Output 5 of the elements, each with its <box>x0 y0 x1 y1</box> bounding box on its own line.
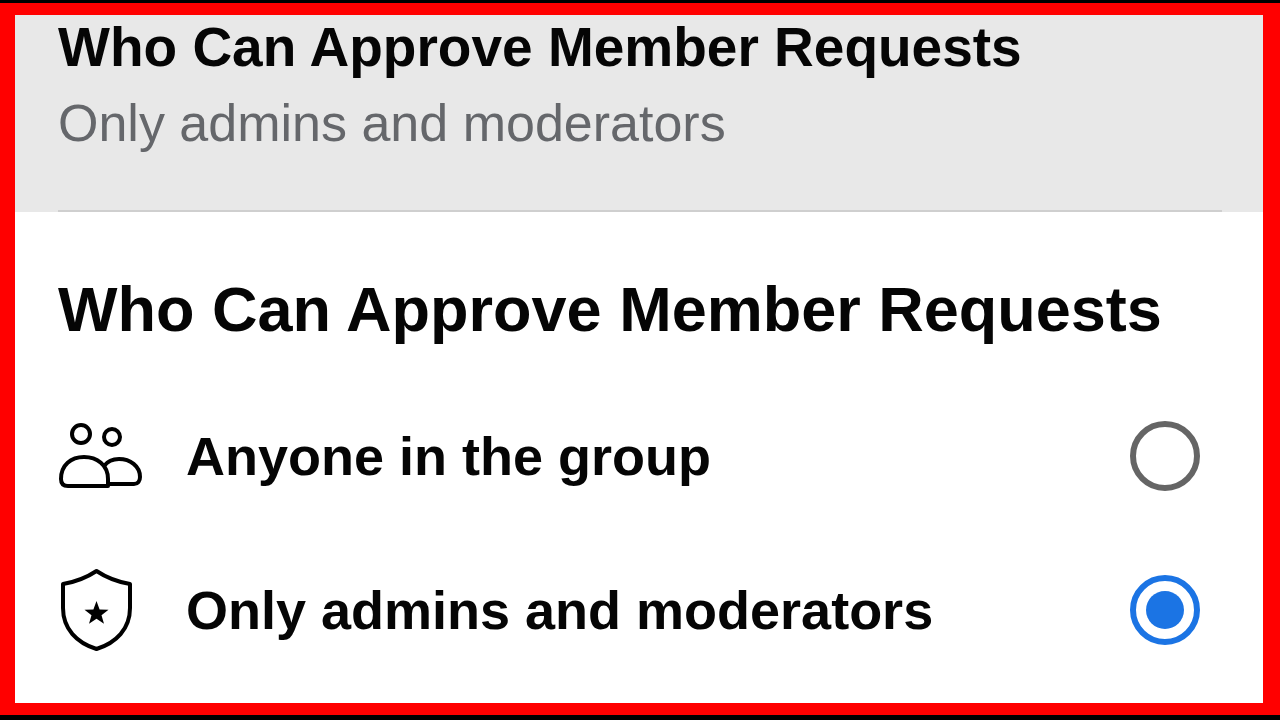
radio-button[interactable] <box>1130 575 1200 645</box>
people-icon <box>58 422 143 490</box>
radio-button[interactable] <box>1130 421 1200 491</box>
setting-row[interactable]: Who Can Approve Member Requests Only admins and moderators <box>15 15 1263 212</box>
shield-star-icon <box>58 568 135 652</box>
